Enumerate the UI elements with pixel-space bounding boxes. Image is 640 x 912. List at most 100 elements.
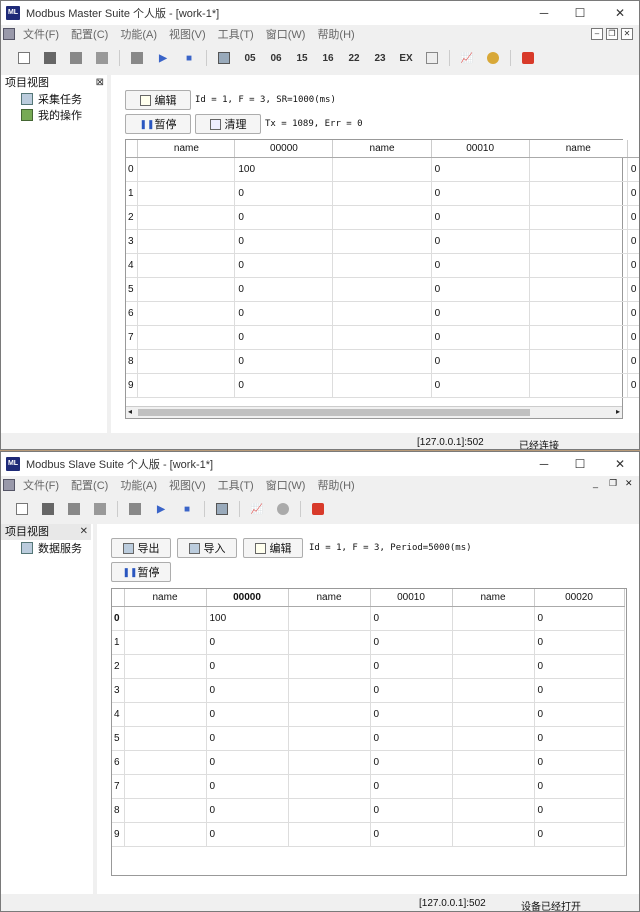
name-cell[interactable]	[452, 822, 535, 847]
tree-item-data-service[interactable]: 数据服务	[1, 540, 107, 556]
new-file-icon[interactable]	[11, 49, 37, 67]
value-cell[interactable]: 0	[627, 277, 639, 302]
name-cell[interactable]	[124, 822, 207, 847]
name-cell[interactable]	[124, 750, 207, 775]
name-cell[interactable]	[529, 301, 628, 326]
menu-file[interactable]: 文件(F)	[23, 477, 59, 493]
value-cell[interactable]: 0	[206, 726, 289, 751]
value-cell[interactable]: 0	[370, 678, 453, 703]
name-cell[interactable]	[137, 253, 236, 278]
value-cell[interactable]: 0	[234, 253, 334, 278]
menu-config[interactable]: 配置(C)	[71, 477, 108, 493]
close-button[interactable]: ✕	[605, 4, 635, 22]
value-cell[interactable]: 0	[370, 654, 453, 679]
tree-item-collect-task[interactable]: 采集任务	[1, 91, 107, 107]
menu-help[interactable]: 帮助(H)	[317, 26, 354, 42]
value-cell[interactable]: 0	[534, 774, 625, 799]
fc-ex-button[interactable]: EX	[393, 49, 419, 67]
mdi-close-button[interactable]: ✕	[621, 28, 633, 40]
value-cell[interactable]: 100	[234, 157, 334, 182]
fc-05-button[interactable]: 05	[237, 49, 263, 67]
value-cell[interactable]: 0	[431, 253, 530, 278]
name-cell[interactable]	[124, 654, 207, 679]
value-cell[interactable]: 0	[206, 774, 289, 799]
value-cell[interactable]: 0	[431, 229, 530, 254]
name-cell[interactable]	[124, 678, 207, 703]
name-cell[interactable]	[452, 774, 535, 799]
value-cell[interactable]: 0	[234, 325, 334, 350]
name-cell[interactable]	[529, 277, 628, 302]
panel-close-icon[interactable]: ⊠	[96, 75, 104, 91]
name-cell[interactable]	[137, 277, 236, 302]
name-cell[interactable]	[529, 181, 628, 206]
name-cell[interactable]	[332, 301, 432, 326]
menu-file[interactable]: 文件(F)	[23, 26, 59, 42]
column-header[interactable]: name	[452, 589, 535, 607]
mdi-restore-button[interactable]: ❐	[609, 478, 617, 489]
scroll-thumb[interactable]	[138, 409, 530, 416]
name-cell[interactable]	[452, 702, 535, 727]
chart-icon[interactable]: 📈	[244, 500, 270, 518]
open-folder-icon[interactable]	[87, 500, 113, 518]
value-cell[interactable]: 0	[206, 822, 289, 847]
minimize-button[interactable]: ─	[529, 4, 559, 22]
name-cell[interactable]	[332, 229, 432, 254]
value-cell[interactable]: 0	[370, 606, 453, 631]
connect-icon[interactable]	[122, 500, 148, 518]
mdi-close-button[interactable]: ✕	[625, 478, 633, 489]
save-icon[interactable]	[35, 500, 61, 518]
pause-button[interactable]: ❚❚ 暂停	[125, 114, 191, 134]
value-cell[interactable]: 0	[206, 630, 289, 655]
value-cell[interactable]: 0	[627, 253, 639, 278]
export-button[interactable]: 导出	[111, 538, 171, 558]
name-cell[interactable]	[332, 277, 432, 302]
name-cell[interactable]	[124, 726, 207, 751]
name-cell[interactable]	[332, 157, 432, 182]
name-cell[interactable]	[452, 654, 535, 679]
name-cell[interactable]	[452, 750, 535, 775]
chart-icon[interactable]: 📈	[454, 49, 480, 67]
value-cell[interactable]: 0	[431, 157, 530, 182]
value-cell[interactable]: 0	[627, 229, 639, 254]
name-cell[interactable]	[529, 325, 628, 350]
column-header[interactable]: name	[137, 140, 236, 158]
menu-window[interactable]: 窗口(W)	[266, 26, 306, 42]
new-file-icon[interactable]	[9, 500, 35, 518]
import-icon[interactable]	[419, 49, 445, 67]
name-cell[interactable]	[529, 229, 628, 254]
value-cell[interactable]: 0	[431, 301, 530, 326]
value-cell[interactable]: 0	[206, 702, 289, 727]
open-folder-icon[interactable]	[89, 49, 115, 67]
close-button[interactable]: ✕	[605, 455, 635, 473]
name-cell[interactable]	[332, 205, 432, 230]
value-cell[interactable]: 0	[370, 726, 453, 751]
search-icon[interactable]	[480, 49, 506, 67]
value-cell[interactable]: 0	[370, 750, 453, 775]
value-cell[interactable]: 0	[534, 798, 625, 823]
tree-item-my-operations[interactable]: 我的操作	[1, 107, 107, 123]
value-cell[interactable]: 0	[431, 349, 530, 374]
value-cell[interactable]: 0	[431, 277, 530, 302]
name-cell[interactable]	[529, 157, 628, 182]
value-cell[interactable]: 0	[206, 678, 289, 703]
stop-icon[interactable]: ■	[174, 500, 200, 518]
scroll-left-icon[interactable]: ◂	[128, 407, 132, 416]
value-cell[interactable]: 0	[234, 181, 334, 206]
name-cell[interactable]	[288, 678, 371, 703]
value-cell[interactable]: 0	[627, 157, 639, 182]
column-header[interactable]: 00010	[431, 140, 530, 158]
menu-help[interactable]: 帮助(H)	[317, 477, 354, 493]
name-cell[interactable]	[288, 702, 371, 727]
name-cell[interactable]	[137, 181, 236, 206]
name-cell[interactable]	[452, 606, 535, 631]
value-cell[interactable]: 0	[431, 181, 530, 206]
minimize-button[interactable]: ─	[529, 455, 559, 473]
exit-icon[interactable]	[305, 500, 331, 518]
name-cell[interactable]	[332, 373, 432, 398]
value-cell[interactable]: 0	[534, 678, 625, 703]
value-cell[interactable]: 0	[206, 750, 289, 775]
name-cell[interactable]	[529, 373, 628, 398]
fc-23-button[interactable]: 23	[367, 49, 393, 67]
column-header[interactable]: name	[332, 140, 432, 158]
name-cell[interactable]	[124, 798, 207, 823]
